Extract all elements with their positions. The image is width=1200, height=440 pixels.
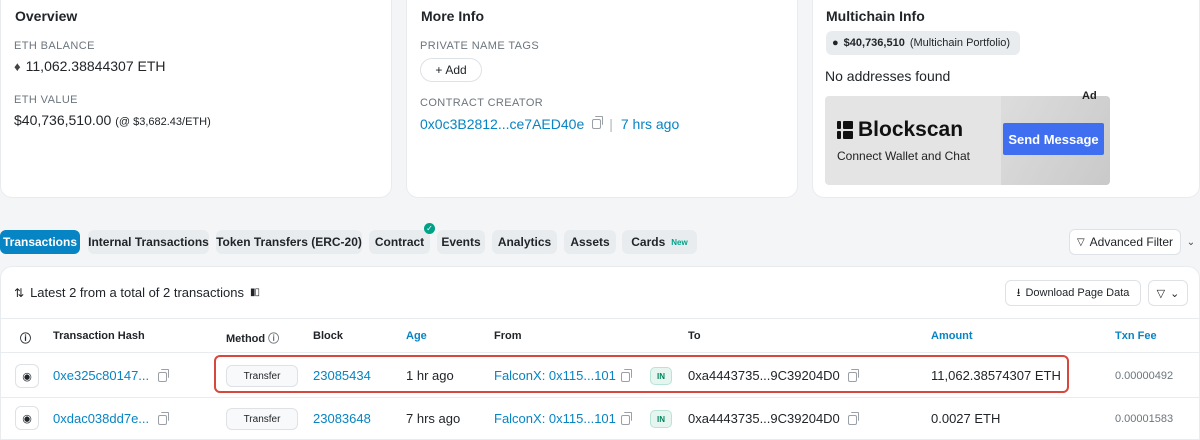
tab-cards[interactable]: Cards New — [622, 230, 697, 254]
contract-creator-label: CONTRACT CREATOR — [420, 97, 544, 109]
tab-internal-transactions[interactable]: Internal Transactions — [88, 230, 209, 254]
no-addresses-text: No addresses found — [825, 68, 951, 84]
fee-value: 0.00001583 — [1115, 413, 1174, 425]
sort-icon: ⇅ — [14, 285, 25, 300]
copy-icon[interactable] — [158, 368, 169, 383]
column-age[interactable]: Age — [406, 330, 427, 342]
bar-chart-icon[interactable]: ▮▯ — [250, 287, 260, 298]
from-link[interactable]: FalconX: 0x115...101 — [494, 411, 616, 426]
column-transaction-hash: Transaction Hash — [53, 330, 145, 342]
download-label: Download Page Data — [1025, 287, 1130, 299]
latest-text: Latest 2 from a total of 2 transactions — [30, 285, 244, 300]
eye-icon[interactable]: ◉ — [15, 406, 39, 430]
ad-tag: Ad — [1082, 90, 1097, 102]
multichain-title: Multichain Info — [826, 8, 925, 24]
more-info-title: More Info — [421, 8, 484, 24]
creator-age-link[interactable]: 7 hrs ago — [621, 116, 679, 132]
funnel-icon: ▽ — [1156, 287, 1166, 300]
creator-address-link[interactable]: 0x0c3B2812...ce7AED40e — [420, 116, 584, 132]
eye-icon[interactable]: ◉ — [15, 364, 39, 388]
add-label: Add — [445, 63, 467, 77]
copy-icon[interactable] — [621, 411, 632, 426]
filter-icon: ▽ — [1076, 236, 1085, 248]
tab-assets[interactable]: Assets — [564, 230, 616, 254]
tab-events[interactable]: Events — [437, 230, 485, 254]
column-method-label: Method — [226, 333, 266, 345]
verified-check-icon: ✓ — [424, 223, 435, 234]
ad-brand: Blockscan — [858, 118, 964, 141]
column-to: To — [688, 330, 701, 342]
overview-title: Overview — [15, 8, 78, 24]
divider — [0, 352, 1200, 353]
age-text: 7 hrs ago — [406, 411, 461, 426]
tab-analytics[interactable]: Analytics — [492, 230, 557, 254]
fee-value: 0.00000492 — [1115, 370, 1174, 382]
tx-hash-link[interactable]: 0xdac038dd7e... — [53, 411, 149, 426]
download-icon: ⭳ — [1016, 286, 1021, 299]
eth-balance-value: 11,062.38844307 ETH — [25, 58, 166, 74]
tab-token-transfers[interactable]: Token Transfers (ERC-20) — [216, 230, 362, 254]
filter-dropdown-button[interactable]: ▽ ⌄ — [1148, 280, 1188, 306]
separator: | — [609, 116, 613, 132]
tab-cards-label: Cards — [631, 235, 666, 249]
copy-icon[interactable] — [158, 411, 169, 426]
column-method: Method ⓘ — [226, 330, 279, 346]
tx-hash-link[interactable]: 0xe325c80147... — [53, 368, 149, 383]
to-address: 0xa4443735...9C39204D0 — [688, 411, 840, 426]
column-block: Block — [313, 330, 343, 342]
tab-transactions[interactable]: Transactions — [0, 230, 80, 254]
private-name-tags-label: PRIVATE NAME TAGS — [420, 40, 540, 52]
copy-icon[interactable] — [848, 411, 859, 426]
amount-value: 0.0027 ETH — [931, 411, 1001, 426]
contract-creator-row: 0x0c3B2812...ce7AED40e | 7 hrs ago — [420, 116, 679, 132]
chevron-down-icon: ⌄ — [1170, 287, 1180, 300]
copy-icon[interactable] — [592, 116, 604, 129]
advanced-filter-label: Advanced Filter — [1089, 235, 1174, 249]
download-page-data-button[interactable]: ⭳ Download Page Data — [1005, 280, 1141, 306]
eth-balance-row: ♦ 11,062.38844307 ETH — [14, 58, 166, 74]
blockscan-ad[interactable]: Blockscan Connect Wallet and Chat Send M… — [825, 96, 1110, 185]
column-from: From — [494, 330, 522, 342]
send-message-button[interactable]: Send Message — [1003, 123, 1104, 155]
eth-value-row: $40,736,510.00 (@ $3,682.43/ETH) — [14, 112, 211, 128]
portfolio-label: (Multichain Portfolio) — [909, 37, 1011, 49]
divider — [0, 318, 1200, 319]
new-badge: New — [671, 237, 688, 247]
info-icon[interactable]: ⓘ — [20, 330, 31, 346]
tab-contract[interactable]: Contract — [369, 230, 430, 254]
chevron-down-icon[interactable]: ⌄ — [1182, 229, 1200, 255]
multichain-portfolio-badge[interactable]: ● $40,736,510 (Multichain Portfolio) — [826, 31, 1021, 55]
eth-value: $40,736,510.00 — [14, 112, 112, 128]
blockscan-logo: Blockscan — [837, 118, 963, 142]
eth-value-label: ETH VALUE — [14, 94, 78, 106]
column-amount[interactable]: Amount — [931, 330, 973, 342]
plus-icon: + — [435, 63, 443, 77]
coins-icon: ● — [832, 37, 839, 49]
block-link[interactable]: 23083648 — [313, 411, 371, 426]
latest-summary: ⇅ Latest 2 from a total of 2 transaction… — [14, 285, 260, 300]
highlight-box — [214, 355, 1069, 393]
method-badge: Transfer — [226, 408, 298, 430]
add-name-tag-button[interactable]: + Add — [420, 58, 482, 82]
eth-balance-label: ETH BALANCE — [14, 40, 95, 52]
advanced-filter-button[interactable]: ▽ Advanced Filter — [1069, 229, 1181, 255]
ethereum-icon: ♦ — [14, 58, 21, 74]
blockscan-icon — [837, 121, 853, 139]
question-icon[interactable]: ⓘ — [268, 333, 279, 345]
portfolio-value: $40,736,510 — [843, 37, 905, 49]
column-txn-fee[interactable]: Txn Fee — [1115, 330, 1157, 342]
ad-subtitle: Connect Wallet and Chat — [837, 149, 970, 163]
divider — [0, 397, 1200, 398]
direction-badge: IN — [650, 410, 672, 428]
eth-price: (@ $3,682.43/ETH) — [115, 116, 211, 128]
